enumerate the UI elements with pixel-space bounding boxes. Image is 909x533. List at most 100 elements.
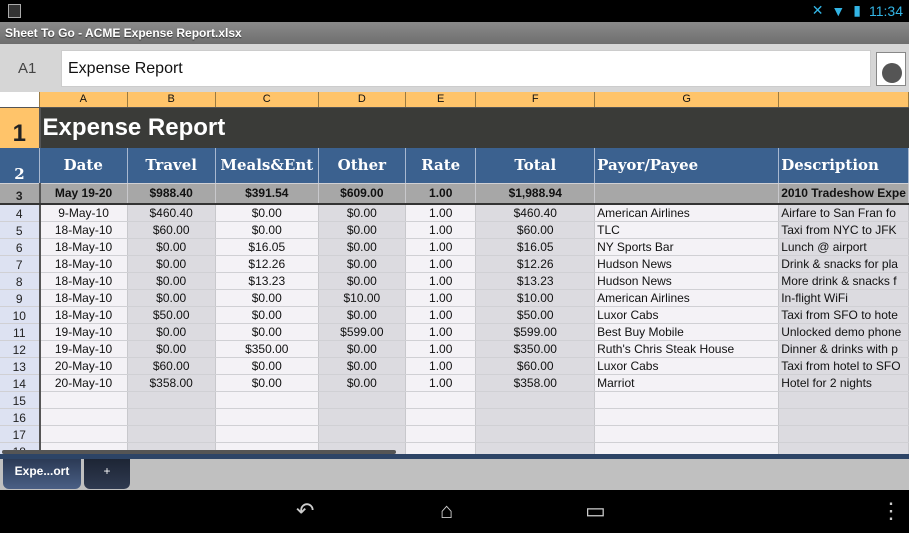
row-header[interactable]: 12 xyxy=(0,340,41,358)
cell[interactable]: $10.00 xyxy=(318,289,406,307)
cell[interactable]: $0.00 xyxy=(127,340,216,358)
cell[interactable]: Unlocked demo phone xyxy=(778,323,909,341)
cell[interactable]: $0.00 xyxy=(215,204,319,222)
cell[interactable]: Hudson News xyxy=(594,255,780,273)
cell[interactable] xyxy=(594,391,780,409)
cell[interactable] xyxy=(405,425,477,443)
cell[interactable]: 9-May-10 xyxy=(39,204,128,222)
cell[interactable] xyxy=(215,391,319,409)
cell[interactable] xyxy=(39,391,128,409)
row-header[interactable]: 2 xyxy=(0,148,41,184)
cell[interactable] xyxy=(127,425,216,443)
cell[interactable]: $0.00 xyxy=(318,357,406,375)
sheet-tab-expense-report[interactable]: Expe...ort xyxy=(3,459,81,489)
row-header[interactable]: 9 xyxy=(0,289,41,307)
cell[interactable] xyxy=(318,425,406,443)
cell[interactable] xyxy=(405,408,477,426)
cell[interactable]: Luxor Cabs xyxy=(594,306,780,324)
cell[interactable]: More drink & snacks f xyxy=(778,272,909,290)
cell[interactable]: $0.00 xyxy=(318,204,406,222)
cell[interactable]: $0.00 xyxy=(318,340,406,358)
cell[interactable]: $12.26 xyxy=(475,255,596,273)
cell[interactable] xyxy=(127,391,216,409)
cell[interactable]: 18-May-10 xyxy=(39,221,128,239)
cell[interactable]: 1.00 xyxy=(405,272,477,290)
overflow-menu-icon[interactable]: ⋮ xyxy=(880,498,902,524)
cell[interactable] xyxy=(127,408,216,426)
cell[interactable] xyxy=(39,408,128,426)
row-header[interactable]: 1 xyxy=(0,107,41,148)
recent-apps-icon[interactable]: ▭ xyxy=(585,498,606,524)
cell[interactable]: 1.00 xyxy=(405,289,477,307)
row-header[interactable]: 16 xyxy=(0,408,41,426)
cell[interactable]: $0.00 xyxy=(318,221,406,239)
summary-cell[interactable]: 1.00 xyxy=(405,183,477,205)
column-header[interactable]: G xyxy=(594,92,780,108)
cell[interactable]: 18-May-10 xyxy=(39,289,128,307)
cell[interactable]: 19-May-10 xyxy=(39,340,128,358)
row-header[interactable]: 4 xyxy=(0,204,41,222)
column-header[interactable]: E xyxy=(405,92,477,108)
column-header[interactable]: C xyxy=(215,92,319,108)
row-header[interactable]: 10 xyxy=(0,306,41,324)
cell[interactable]: 1.00 xyxy=(405,323,477,341)
formula-input[interactable]: Expense Report xyxy=(61,50,871,87)
column-title-cell[interactable]: Total xyxy=(475,148,596,184)
cell[interactable] xyxy=(318,408,406,426)
cell[interactable]: $0.00 xyxy=(127,323,216,341)
cell[interactable]: $460.40 xyxy=(475,204,596,222)
cell[interactable]: 1.00 xyxy=(405,306,477,324)
cell[interactable]: Dinner & drinks with p xyxy=(778,340,909,358)
cell[interactable] xyxy=(778,442,909,454)
cell[interactable]: $0.00 xyxy=(215,374,319,392)
cell[interactable]: Taxi from NYC to JFK xyxy=(778,221,909,239)
cell[interactable]: 1.00 xyxy=(405,255,477,273)
cell[interactable]: $599.00 xyxy=(318,323,406,341)
column-header[interactable] xyxy=(778,92,909,108)
cell[interactable]: $0.00 xyxy=(215,289,319,307)
cell[interactable]: $50.00 xyxy=(475,306,596,324)
back-icon[interactable]: ↶ xyxy=(296,498,314,524)
cell[interactable]: 20-May-10 xyxy=(39,374,128,392)
cell[interactable]: $350.00 xyxy=(215,340,319,358)
cell[interactable]: In-flight WiFi xyxy=(778,289,909,307)
select-all-corner[interactable] xyxy=(0,92,41,108)
cell[interactable]: $60.00 xyxy=(127,357,216,375)
cell[interactable]: $0.00 xyxy=(318,374,406,392)
row-header[interactable]: 8 xyxy=(0,272,41,290)
cell[interactable]: $0.00 xyxy=(127,289,216,307)
summary-cell[interactable]: 2010 Tradeshow Expe xyxy=(778,183,909,205)
column-title-cell[interactable]: Meals&Ent xyxy=(215,148,319,184)
cell[interactable]: $0.00 xyxy=(127,238,216,256)
cell[interactable]: $0.00 xyxy=(215,306,319,324)
row-header[interactable]: 17 xyxy=(0,425,41,443)
cell[interactable]: 18-May-10 xyxy=(39,306,128,324)
cell[interactable]: Hudson News xyxy=(594,272,780,290)
cell[interactable]: $13.23 xyxy=(215,272,319,290)
cell[interactable] xyxy=(318,391,406,409)
cell[interactable]: 18-May-10 xyxy=(39,272,128,290)
cell[interactable]: $460.40 xyxy=(127,204,216,222)
cell[interactable]: 1.00 xyxy=(405,357,477,375)
cell[interactable]: Taxi from SFO to hote xyxy=(778,306,909,324)
column-header[interactable]: A xyxy=(39,92,128,108)
cell[interactable]: $0.00 xyxy=(215,221,319,239)
cell[interactable]: NY Sports Bar xyxy=(594,238,780,256)
cell[interactable]: 18-May-10 xyxy=(39,255,128,273)
cell[interactable]: $0.00 xyxy=(318,255,406,273)
summary-cell[interactable]: $609.00 xyxy=(318,183,406,205)
cell[interactable]: $50.00 xyxy=(127,306,216,324)
cell[interactable] xyxy=(39,425,128,443)
cell[interactable]: Marriot xyxy=(594,374,780,392)
cell[interactable]: $0.00 xyxy=(318,238,406,256)
home-icon[interactable]: ⌂ xyxy=(440,498,453,524)
cell[interactable]: 18-May-10 xyxy=(39,238,128,256)
column-title-cell[interactable]: Travel xyxy=(127,148,216,184)
cell[interactable] xyxy=(475,442,596,454)
cell[interactable]: $16.05 xyxy=(215,238,319,256)
row-header[interactable]: 13 xyxy=(0,357,41,375)
summary-cell[interactable]: $1,988.94 xyxy=(475,183,596,205)
cell[interactable] xyxy=(778,408,909,426)
summary-cell[interactable]: $988.40 xyxy=(127,183,216,205)
column-title-cell[interactable]: Other xyxy=(318,148,406,184)
